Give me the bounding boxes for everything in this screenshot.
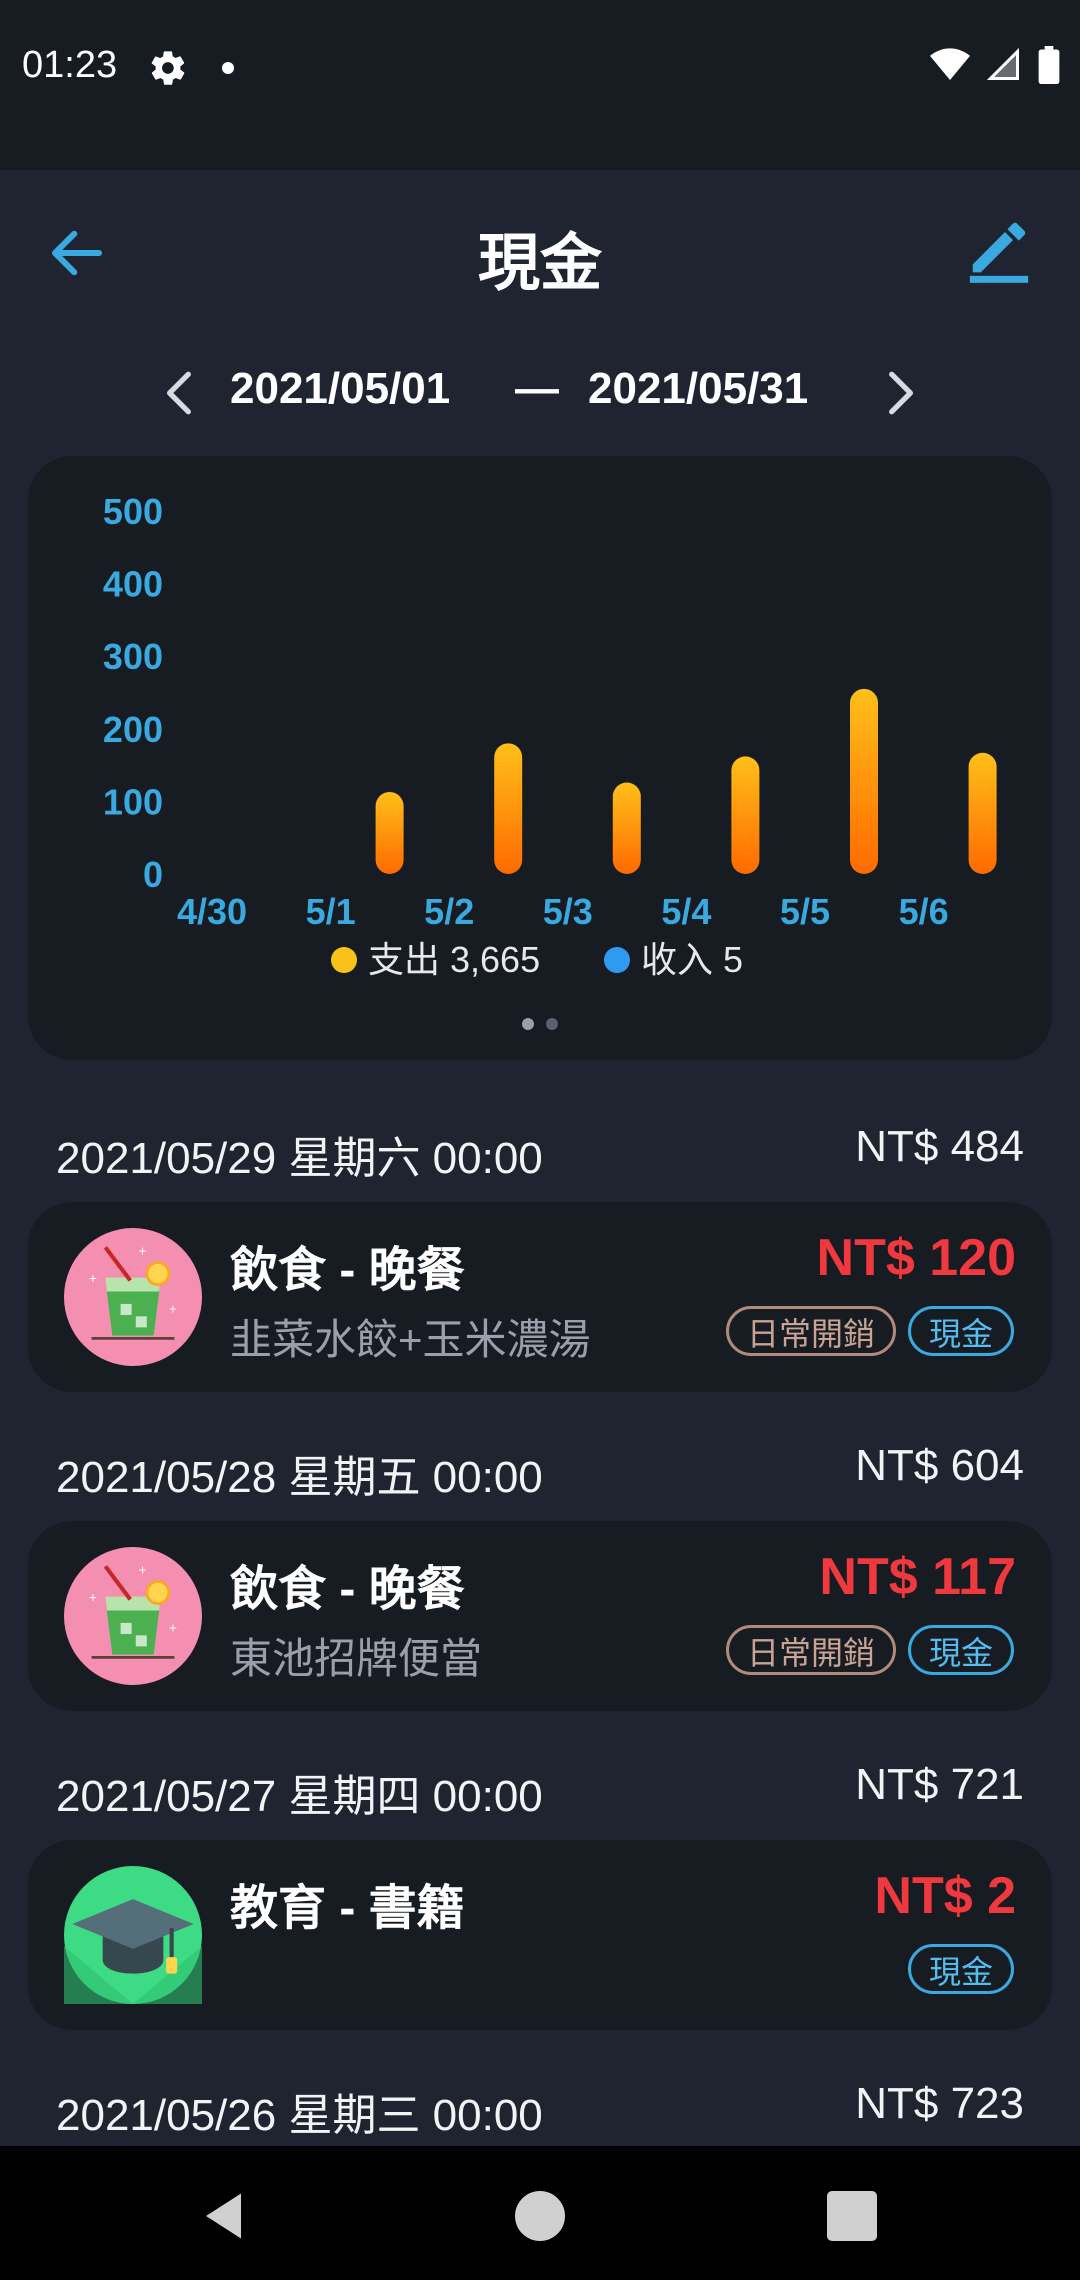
expense-bar[interactable]	[494, 743, 523, 874]
signal-icon	[986, 47, 1019, 80]
x-tick-label: 5/1	[306, 891, 356, 932]
y-tick-label: 300	[103, 636, 163, 677]
y-tick-label: 400	[103, 564, 163, 605]
transaction-tags: 日常開銷 現金	[725, 1625, 1014, 1675]
pager-dot[interactable]	[546, 1018, 558, 1030]
x-tick-label: 5/5	[780, 891, 830, 932]
date-range-selector: 2021/05/01 — 2021/05/31	[0, 350, 1080, 430]
expense-bar[interactable]	[731, 756, 760, 874]
transaction-card[interactable]: + + + 飲食 - 晚餐 東池招牌便當 NT$ 117 日常開銷 現金	[28, 1521, 1052, 1711]
transaction-category: 教育 - 書籍	[230, 1882, 465, 1935]
expense-bar[interactable]	[612, 782, 641, 874]
day-date: 2021/05/29 星期六 00:00	[56, 1134, 543, 1183]
day-header: 2021/05/27 星期四 00:00 NT$ 721	[56, 1760, 1024, 1821]
y-tick-label: 200	[103, 709, 163, 750]
day-total: NT$ 723	[855, 2079, 1024, 2128]
app-bar: 現金	[0, 170, 1080, 330]
tag-cash: 現金	[907, 1944, 1014, 1994]
svg-text:+: +	[169, 1621, 177, 1636]
page-title: 現金	[477, 229, 602, 298]
transaction-category: 飲食 - 晚餐	[230, 1563, 465, 1616]
range-separator: —	[515, 364, 559, 413]
status-indicators	[930, 46, 1060, 84]
y-tick-label: 0	[143, 854, 163, 895]
transaction-category: 飲食 - 晚餐	[230, 1244, 465, 1297]
gear-icon	[151, 51, 185, 85]
day-header: 2021/05/26 星期三 00:00 NT$ 723	[56, 2079, 1024, 2140]
transaction-note: 東池招牌便當	[230, 1635, 483, 1682]
expense-bar[interactable]	[375, 791, 404, 874]
pager-dot[interactable]	[522, 1018, 534, 1030]
day-date: 2021/05/28 星期五 00:00	[56, 1453, 543, 1502]
notification-dot-icon	[222, 62, 234, 74]
transaction-amount: NT$ 117	[819, 1548, 1016, 1606]
svg-text:+: +	[89, 1590, 97, 1605]
legend-marker	[331, 947, 357, 973]
tag-cash: 現金	[907, 1306, 1014, 1356]
y-tick-label: 100	[103, 781, 163, 822]
day-total: NT$ 484	[855, 1122, 1024, 1171]
expense-bar[interactable]	[968, 752, 997, 874]
transaction-amount: NT$ 2	[874, 1867, 1016, 1925]
status-bar: 01:23	[0, 0, 1080, 170]
svg-text:+: +	[89, 1271, 97, 1286]
range-end-date[interactable]: 2021/05/31	[588, 364, 808, 414]
transaction-tags: 現金	[907, 1944, 1014, 1994]
drink-icon: + + +	[64, 1547, 202, 1685]
day-header: 2021/05/28 星期五 00:00 NT$ 604	[56, 1441, 1024, 1502]
x-tick-label: 5/2	[424, 891, 474, 932]
legend-label: 收入 5	[641, 939, 743, 980]
transaction-note: 韭菜水餃+玉米濃湯	[230, 1316, 591, 1363]
battery-icon	[1038, 46, 1060, 84]
nav-home-icon[interactable]	[510, 2186, 570, 2246]
transaction-tags: 日常開銷 現金	[725, 1306, 1014, 1356]
day-date: 2021/05/27 星期四 00:00	[56, 1772, 543, 1821]
legend-label: 支出 3,665	[368, 939, 540, 980]
drink-icon: + + +	[64, 1228, 202, 1366]
expense-bar[interactable]	[850, 688, 878, 874]
day-total: NT$ 604	[855, 1441, 1024, 1490]
tag-cash: 現金	[907, 1625, 1014, 1675]
chevron-left-icon[interactable]	[160, 368, 200, 418]
chevron-right-icon[interactable]	[880, 368, 920, 418]
x-tick-label: 5/6	[899, 891, 949, 932]
nav-recents-icon[interactable]	[822, 2186, 882, 2246]
x-tick-label: 5/4	[661, 891, 711, 932]
legend-marker	[604, 947, 630, 973]
graduation-cap-icon	[64, 1866, 202, 2004]
status-time: 01:23	[22, 44, 118, 86]
svg-text:+: +	[139, 1563, 147, 1578]
day-date: 2021/05/26 星期三 00:00	[56, 2091, 543, 2140]
x-tick-label: 5/3	[543, 891, 593, 932]
transaction-amount: NT$ 120	[816, 1229, 1016, 1287]
transaction-card[interactable]: 教育 - 書籍 NT$ 2 現金	[28, 1840, 1052, 2030]
y-tick-label: 500	[103, 491, 163, 532]
range-start-date[interactable]: 2021/05/01	[230, 364, 450, 414]
x-tick-label: 4/30	[177, 891, 247, 932]
day-total: NT$ 721	[855, 1760, 1024, 1809]
edit-pencil-icon[interactable]	[964, 214, 1034, 284]
system-nav-bar	[0, 2146, 1080, 2280]
expense-chart-card[interactable]: 500 400 300 200 100 0 4/30 5/1 5/2 5/3 5/4 5/5 5/6 支出…	[28, 456, 1052, 1060]
tag-daily-expense: 日常開銷	[725, 1625, 896, 1675]
day-header: 2021/05/29 星期六 00:00 NT$ 484	[56, 1122, 1024, 1183]
svg-text:+: +	[169, 1302, 177, 1317]
tag-daily-expense: 日常開銷	[725, 1306, 896, 1356]
svg-text:+: +	[139, 1244, 147, 1259]
nav-back-icon[interactable]	[196, 2186, 256, 2246]
chart-pager	[28, 1018, 1052, 1030]
wifi-icon	[930, 48, 970, 80]
expense-bar-chart: 500 400 300 200 100 0 4/30 5/1 5/2 5/3 5/4 5/5 5/6 支出…	[103, 491, 997, 980]
transaction-card[interactable]: + + + 飲食 - 晚餐 韭菜水餃+玉米濃湯 NT$ 120 日常開銷 現金	[28, 1202, 1052, 1392]
